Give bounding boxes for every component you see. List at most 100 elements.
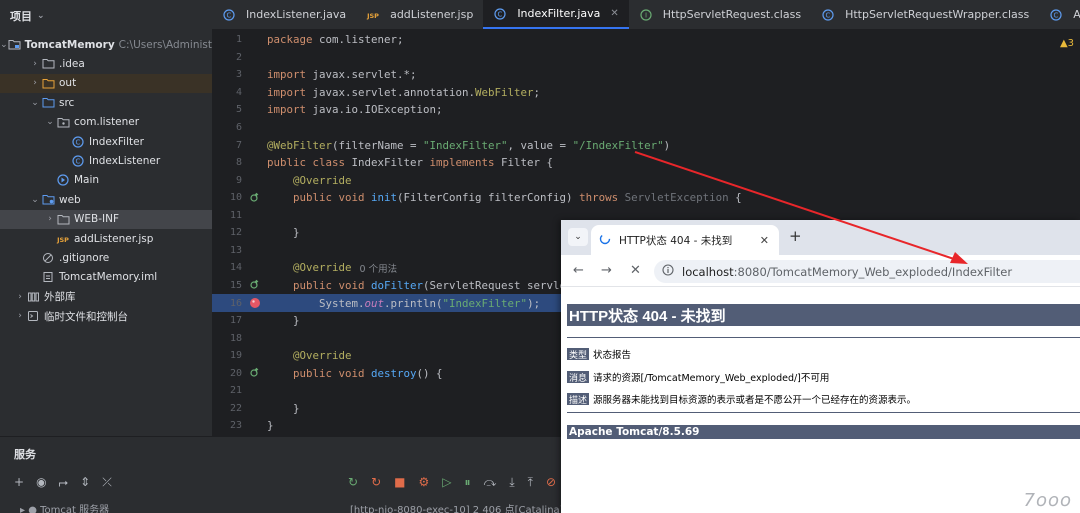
code-text[interactable]: @Override [267, 174, 352, 187]
line-number[interactable]: 15 [212, 280, 242, 291]
code-text[interactable]: import java.io.IOException; [267, 103, 443, 116]
line-number[interactable]: 18 [212, 333, 242, 344]
breakpoint-icon[interactable] [242, 297, 267, 309]
editor-tab[interactable]: JSP addListener.jsp [356, 0, 483, 29]
tree-item[interactable]: ⌄ src [0, 93, 212, 112]
tree-item[interactable]: C IndexFilter [0, 132, 212, 151]
override-marker-icon[interactable] [242, 367, 267, 379]
eye-icon[interactable]: ◉ [36, 475, 46, 490]
line-number[interactable]: 12 [212, 227, 242, 238]
chevron-right-icon[interactable]: › [14, 311, 26, 321]
chevron-right-icon[interactable]: › [29, 78, 41, 88]
tree-item[interactable]: › 临时文件和控制台 [0, 307, 212, 326]
tree-item[interactable]: JSP addListener.jsp [0, 229, 212, 248]
line-number[interactable]: 14 [212, 262, 242, 273]
line-number[interactable]: 4 [212, 87, 242, 98]
tree-item[interactable]: C IndexListener [0, 151, 212, 170]
line-number[interactable]: 6 [212, 122, 242, 133]
add-icon[interactable]: + [14, 475, 24, 490]
line-number[interactable]: 21 [212, 385, 242, 396]
tree-item[interactable]: › .idea [0, 54, 212, 73]
project-header[interactable]: 项目 ⌄ [0, 0, 212, 32]
line-number[interactable]: 1 [212, 34, 242, 45]
tree-item[interactable]: Main [0, 171, 212, 190]
code-text[interactable]: public void init(FilterConfig filterConf… [267, 191, 742, 204]
services-tree-item[interactable]: ▸ ● Tomcat 服务器 [20, 501, 109, 513]
line-number[interactable]: 10 [212, 192, 242, 203]
tree-item[interactable]: › WEB-INF [0, 209, 212, 229]
line-number[interactable]: 9 [212, 175, 242, 186]
code-text[interactable]: } [267, 226, 300, 239]
code-text[interactable]: } [267, 402, 300, 415]
stop-loading-icon[interactable]: ✕ [630, 263, 641, 278]
chevron-down-icon[interactable]: ⌄ [44, 117, 56, 127]
code-text[interactable]: public void destroy() { [267, 367, 443, 380]
line-number[interactable]: 11 [212, 210, 242, 221]
step-out-icon[interactable]: ⤒ [528, 475, 533, 490]
close-icon[interactable]: ✕ [610, 8, 618, 19]
override-marker-icon[interactable] [242, 192, 267, 204]
restart-icon[interactable]: ↻ [371, 475, 381, 490]
step-over-icon[interactable]: ⤼ [483, 475, 496, 490]
line-number[interactable]: 20 [212, 368, 242, 379]
tree-item[interactable]: .gitignore [0, 248, 212, 267]
expand-icon[interactable]: ⇕ [80, 475, 90, 490]
editor-tab[interactable]: C ApplicationHttpReq [1039, 0, 1080, 29]
chevron-down-icon[interactable]: ⌄ [29, 195, 41, 205]
line-number[interactable]: 16 [212, 298, 242, 309]
resume-icon[interactable]: ▷ [442, 475, 451, 490]
editor-tab[interactable]: C IndexListener.java [212, 0, 356, 29]
editor-tab[interactable]: C IndexFilter.java ✕ [483, 0, 629, 29]
usage-hint[interactable]: 0 个用法 [360, 261, 398, 275]
close-tab-icon[interactable]: ✕ [760, 234, 769, 247]
code-text[interactable]: @Override [267, 261, 352, 274]
line-number[interactable]: 3 [212, 69, 242, 80]
code-text[interactable]: import javax.servlet.annotation.WebFilte… [267, 86, 540, 99]
line-number[interactable]: 8 [212, 157, 242, 168]
tree-item[interactable]: › 外部库 [0, 287, 212, 306]
chevron-down-icon[interactable]: ⌄ [0, 40, 8, 50]
code-text[interactable]: @WebFilter(filterName = "IndexFilter", v… [267, 139, 670, 152]
chevron-down-icon[interactable]: ⌄ [29, 98, 41, 108]
line-number[interactable]: 23 [212, 420, 242, 431]
new-tab-button[interactable]: + [789, 227, 802, 245]
back-arrow-icon[interactable]: ← [573, 263, 584, 278]
update-icon[interactable]: ⚙ [418, 475, 429, 490]
rerun-icon[interactable]: ↻ [348, 475, 358, 490]
editor-tab[interactable]: I HttpServletRequest.class [629, 0, 811, 29]
line-number[interactable]: 5 [212, 104, 242, 115]
step-into-icon[interactable]: ⤓ [509, 475, 514, 490]
code-text[interactable]: } [267, 314, 300, 327]
override-marker-icon[interactable] [242, 279, 267, 291]
line-number[interactable]: 19 [212, 350, 242, 361]
code-text[interactable]: } [267, 419, 274, 432]
tree-item[interactable]: › out [0, 73, 212, 93]
info-icon[interactable] [662, 264, 674, 279]
tree-item[interactable]: ⌄ com.listener [0, 113, 212, 132]
code-text[interactable]: @Override [267, 349, 352, 362]
address-bar[interactable]: localhost:8080/TomcatMemory_Web_exploded… [654, 260, 1080, 283]
tree-item[interactable]: ⌄ TomcatMemory C:\Users\Administ [0, 35, 212, 54]
collapse-icon[interactable]: ⤫ [102, 475, 112, 490]
code-text[interactable]: public void doFilter(ServletRequest serv… [267, 279, 566, 292]
code-text[interactable]: public class IndexFilter implements Filt… [267, 156, 553, 169]
code-text[interactable]: import javax.servlet.*; [267, 68, 417, 81]
editor-tab[interactable]: C HttpServletRequestWrapper.class [811, 0, 1039, 29]
line-number[interactable]: 22 [212, 403, 242, 414]
stop-icon[interactable]: ■ [394, 475, 405, 490]
chevron-right-icon[interactable]: › [44, 214, 56, 224]
mute-breakpoints-icon[interactable]: ⊘ [546, 475, 556, 490]
line-number[interactable]: 2 [212, 52, 242, 63]
tree-item[interactable]: TomcatMemory.iml [0, 268, 212, 287]
chevron-right-icon[interactable]: › [14, 292, 26, 302]
code-text[interactable]: System.out.println("IndexFilter"); [267, 297, 540, 310]
new-service-icon[interactable]: ⮣ [59, 475, 69, 490]
chevron-down-icon[interactable]: ⌄ [37, 11, 45, 21]
tab-search-button[interactable]: ⌄ [568, 228, 588, 246]
tree-item[interactable]: ⌄ web [0, 190, 212, 209]
line-number[interactable]: 17 [212, 315, 242, 326]
code-text[interactable]: package com.listener; [267, 33, 404, 46]
pause-icon[interactable]: ⏸ [464, 475, 470, 490]
forward-arrow-icon[interactable]: → [601, 263, 612, 278]
browser-tab[interactable]: HTTP状态 404 - 未找到 ✕ [591, 225, 779, 255]
